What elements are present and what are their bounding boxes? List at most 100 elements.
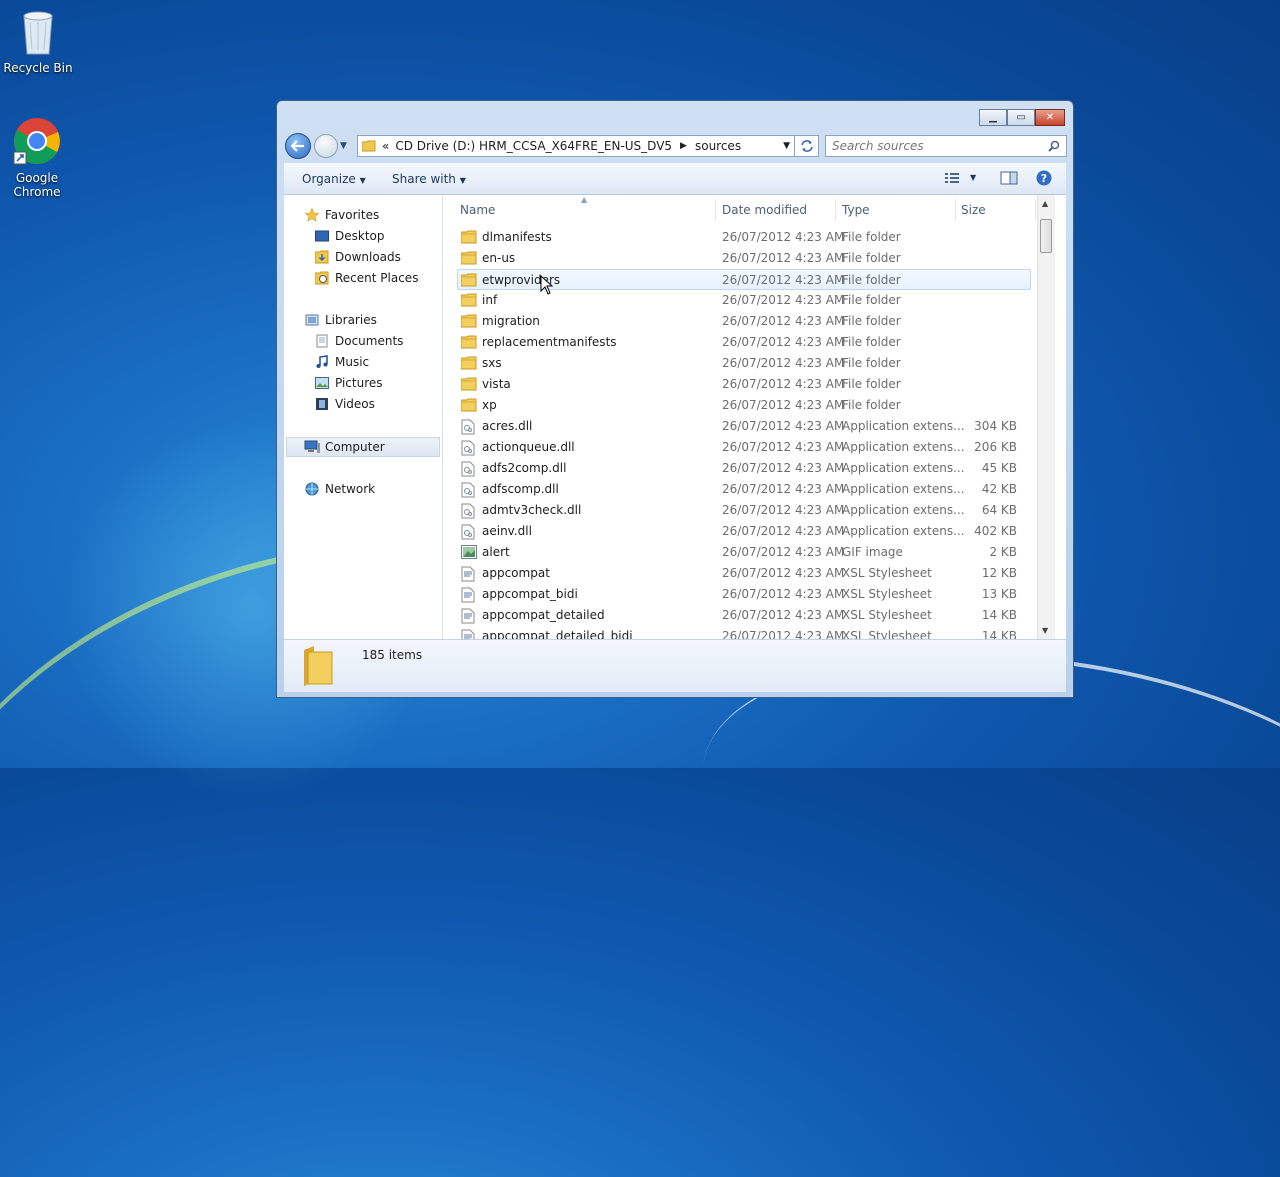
file-size: 64 KB bbox=[981, 503, 1017, 517]
breadcrumb-drive[interactable]: CD Drive (D:) HRM_CCSA_X64FRE_EN-US_DV5 bbox=[395, 139, 672, 153]
file-size: 2 KB bbox=[989, 545, 1017, 559]
breadcrumb-separator-icon[interactable]: ▶ bbox=[680, 141, 687, 151]
nav-computer[interactable]: Computer bbox=[304, 438, 385, 456]
column-header-type[interactable]: Type bbox=[842, 203, 870, 217]
folder-icon bbox=[460, 230, 477, 244]
file-name: vista bbox=[482, 377, 511, 391]
column-header-size[interactable]: Size bbox=[961, 203, 986, 217]
chevron-down-icon: ▼ bbox=[459, 176, 466, 185]
nav-recent-places-label: Recent Places bbox=[335, 271, 419, 285]
folder-row[interactable]: sxs 26/07/2012 4:23 AM File folder bbox=[443, 353, 1055, 374]
file-type: Application extens... bbox=[842, 440, 965, 454]
dll-icon bbox=[461, 524, 477, 540]
gif-icon bbox=[461, 545, 477, 559]
breadcrumb-sources[interactable]: sources bbox=[695, 139, 741, 153]
nav-network[interactable]: Network bbox=[304, 480, 375, 498]
file-name: actionqueue.dll bbox=[482, 440, 575, 454]
vertical-scrollbar[interactable]: ▲ ▼ bbox=[1037, 195, 1055, 639]
nav-favorites[interactable]: Favorites bbox=[304, 206, 379, 224]
dll-icon bbox=[461, 482, 477, 498]
scroll-down-icon[interactable]: ▼ bbox=[1042, 626, 1048, 635]
nav-videos[interactable]: Videos bbox=[314, 395, 375, 413]
dll-icon bbox=[461, 419, 477, 435]
column-separator[interactable] bbox=[955, 199, 956, 221]
nav-music[interactable]: Music bbox=[314, 353, 369, 371]
chevron-down-icon: ▼ bbox=[359, 176, 366, 185]
column-header-name[interactable]: Name bbox=[460, 203, 495, 217]
folder-row[interactable]: xp 26/07/2012 4:23 AM File folder bbox=[443, 395, 1055, 416]
nav-pictures[interactable]: Pictures bbox=[314, 374, 383, 392]
file-date: 26/07/2012 4:23 AM bbox=[722, 524, 845, 538]
share-with-button[interactable]: Share with ▼ bbox=[392, 172, 466, 186]
file-date: 26/07/2012 4:23 AM bbox=[722, 314, 845, 328]
file-row[interactable]: appcompat_bidi 26/07/2012 4:23 AM XSL Styl… bbox=[443, 584, 1055, 605]
dll-icon bbox=[461, 503, 477, 519]
folder-row[interactable]: vista 26/07/2012 4:23 AM File folder bbox=[443, 374, 1055, 395]
column-separator[interactable] bbox=[1035, 199, 1036, 221]
help-button[interactable]: ? bbox=[1036, 170, 1052, 189]
file-type: File folder bbox=[842, 293, 901, 307]
star-icon bbox=[304, 208, 320, 222]
maximize-button[interactable]: ▭ bbox=[1007, 109, 1035, 126]
file-row[interactable]: appcompat_detailed 26/07/2012 4:23 AM XSL … bbox=[443, 605, 1055, 626]
file-size: 402 KB bbox=[974, 524, 1017, 538]
search-icon[interactable] bbox=[1048, 140, 1060, 152]
back-button[interactable] bbox=[285, 133, 311, 159]
recycle-bin-shortcut[interactable]: Recycle Bin bbox=[0, 8, 76, 75]
documents-icon bbox=[314, 334, 330, 348]
file-row[interactable]: admtv3check.dll 26/07/2012 4:23 AM Applica… bbox=[443, 500, 1055, 521]
file-name: inf bbox=[482, 293, 498, 307]
folder-row[interactable]: replacementmanifests 26/07/2012 4:23 AM Fi… bbox=[443, 332, 1055, 353]
folder-row[interactable]: en-us 26/07/2012 4:23 AM File folder bbox=[443, 248, 1055, 269]
folder-icon bbox=[460, 377, 477, 391]
nav-documents[interactable]: Documents bbox=[314, 332, 403, 350]
minimize-button[interactable]: ▁ bbox=[979, 109, 1007, 126]
file-row[interactable]: appcompat_detailed_bidi 26/07/2012 4:23 A… bbox=[443, 626, 1055, 639]
address-overflow[interactable]: « bbox=[382, 139, 389, 153]
file-row[interactable]: adfscomp.dll 26/07/2012 4:23 AM Applicatio… bbox=[443, 479, 1055, 500]
xsl-icon bbox=[461, 587, 477, 603]
scrollbar-thumb[interactable] bbox=[1040, 219, 1052, 253]
folder-row[interactable]: migration 26/07/2012 4:23 AM File folder bbox=[443, 311, 1055, 332]
organize-button[interactable]: Organize ▼ bbox=[302, 172, 366, 186]
file-date: 26/07/2012 4:23 AM bbox=[722, 503, 845, 517]
refresh-button[interactable] bbox=[795, 135, 819, 157]
file-row[interactable]: actionqueue.dll 26/07/2012 4:23 AM Applica… bbox=[443, 437, 1055, 458]
preview-pane-button[interactable] bbox=[1000, 171, 1018, 188]
column-separator[interactable] bbox=[835, 199, 836, 221]
refresh-icon bbox=[800, 140, 813, 152]
file-date: 26/07/2012 4:23 AM bbox=[722, 273, 845, 287]
file-row[interactable]: adfs2comp.dll 26/07/2012 4:23 AM Applicati… bbox=[443, 458, 1055, 479]
nav-desktop-label: Desktop bbox=[335, 229, 385, 243]
chrome-shortcut[interactable]: Google Chrome bbox=[0, 116, 74, 199]
folder-row[interactable]: inf 26/07/2012 4:23 AM File folder bbox=[443, 290, 1055, 311]
address-dropdown-icon[interactable]: ▼ bbox=[783, 141, 790, 151]
maximize-icon: ▭ bbox=[1016, 112, 1026, 123]
column-separator[interactable] bbox=[715, 199, 716, 221]
file-name: en-us bbox=[482, 251, 516, 265]
nav-downloads[interactable]: Downloads bbox=[314, 248, 401, 266]
folder-icon bbox=[460, 273, 477, 287]
file-row[interactable]: aeinv.dll 26/07/2012 4:23 AM Application e… bbox=[443, 521, 1055, 542]
file-date: 26/07/2012 4:23 AM bbox=[722, 440, 845, 454]
column-header-date[interactable]: Date modified bbox=[722, 203, 807, 217]
folder-row[interactable]: dlmanifests 26/07/2012 4:23 AM File folder bbox=[443, 227, 1055, 248]
file-row[interactable]: appcompat 26/07/2012 4:23 AM XSL Styleshee… bbox=[443, 563, 1055, 584]
scroll-up-icon[interactable]: ▲ bbox=[1042, 199, 1048, 208]
file-row[interactable]: alert 26/07/2012 4:23 AM GIF image 2 KB bbox=[443, 542, 1055, 563]
view-options-dropdown[interactable]: ▼ bbox=[970, 173, 976, 182]
file-row[interactable]: acres.dll 26/07/2012 4:23 AM Application e… bbox=[443, 416, 1055, 437]
nav-libraries[interactable]: Libraries bbox=[304, 311, 377, 329]
search-input[interactable]: Search sources bbox=[825, 135, 1067, 157]
nav-recent-places[interactable]: Recent Places bbox=[314, 269, 418, 287]
change-view-button[interactable] bbox=[944, 171, 960, 188]
file-date: 26/07/2012 4:23 AM bbox=[722, 251, 845, 265]
address-bar[interactable]: « CD Drive (D:) HRM_CCSA_X64FRE_EN-US_DV… bbox=[357, 135, 795, 157]
close-icon: ✕ bbox=[1045, 112, 1055, 123]
forward-button[interactable] bbox=[314, 134, 338, 158]
close-button[interactable]: ✕ bbox=[1035, 109, 1065, 126]
nav-desktop[interactable]: Desktop bbox=[314, 227, 385, 245]
organize-label: Organize bbox=[302, 172, 356, 186]
recent-pages-dropdown[interactable]: ▼ bbox=[340, 141, 347, 151]
folder-icon bbox=[362, 140, 376, 152]
